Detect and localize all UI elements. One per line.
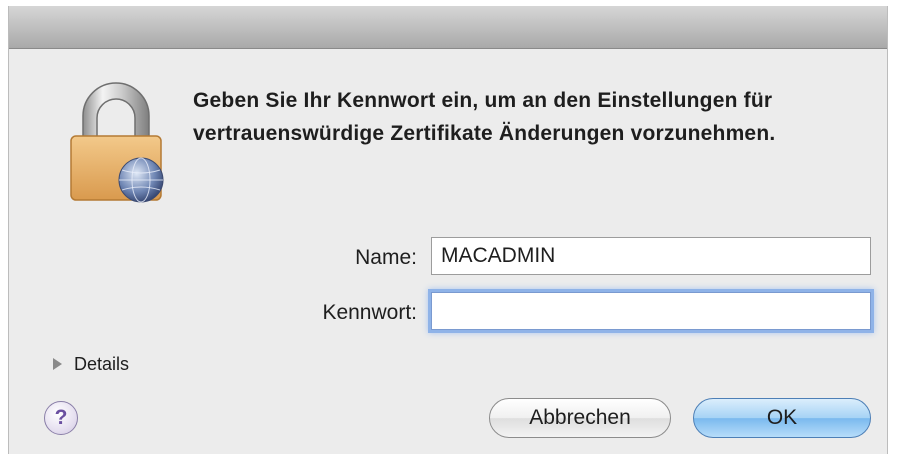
password-field[interactable] (431, 292, 871, 330)
password-label: Kennwort: (322, 301, 417, 324)
dialog-titlebar (9, 6, 887, 49)
dialog-message: Geben Sie Ihr Kennwort ein, um an den Ei… (193, 89, 776, 145)
name-field[interactable]: MACADMIN (431, 237, 871, 275)
details-disclosure[interactable]: Details (53, 352, 129, 376)
lock-icon (70, 82, 164, 203)
disclosure-triangle-icon (53, 358, 62, 370)
ok-button[interactable]: OK (693, 398, 871, 438)
name-label: Name: (355, 246, 417, 269)
help-button[interactable]: ? (44, 401, 78, 435)
details-label: Details (74, 353, 130, 374)
cancel-button[interactable]: Abbrechen (489, 398, 671, 438)
password-dialog: Geben Sie Ihr Kennwort ein, um an den Ei… (8, 6, 888, 454)
